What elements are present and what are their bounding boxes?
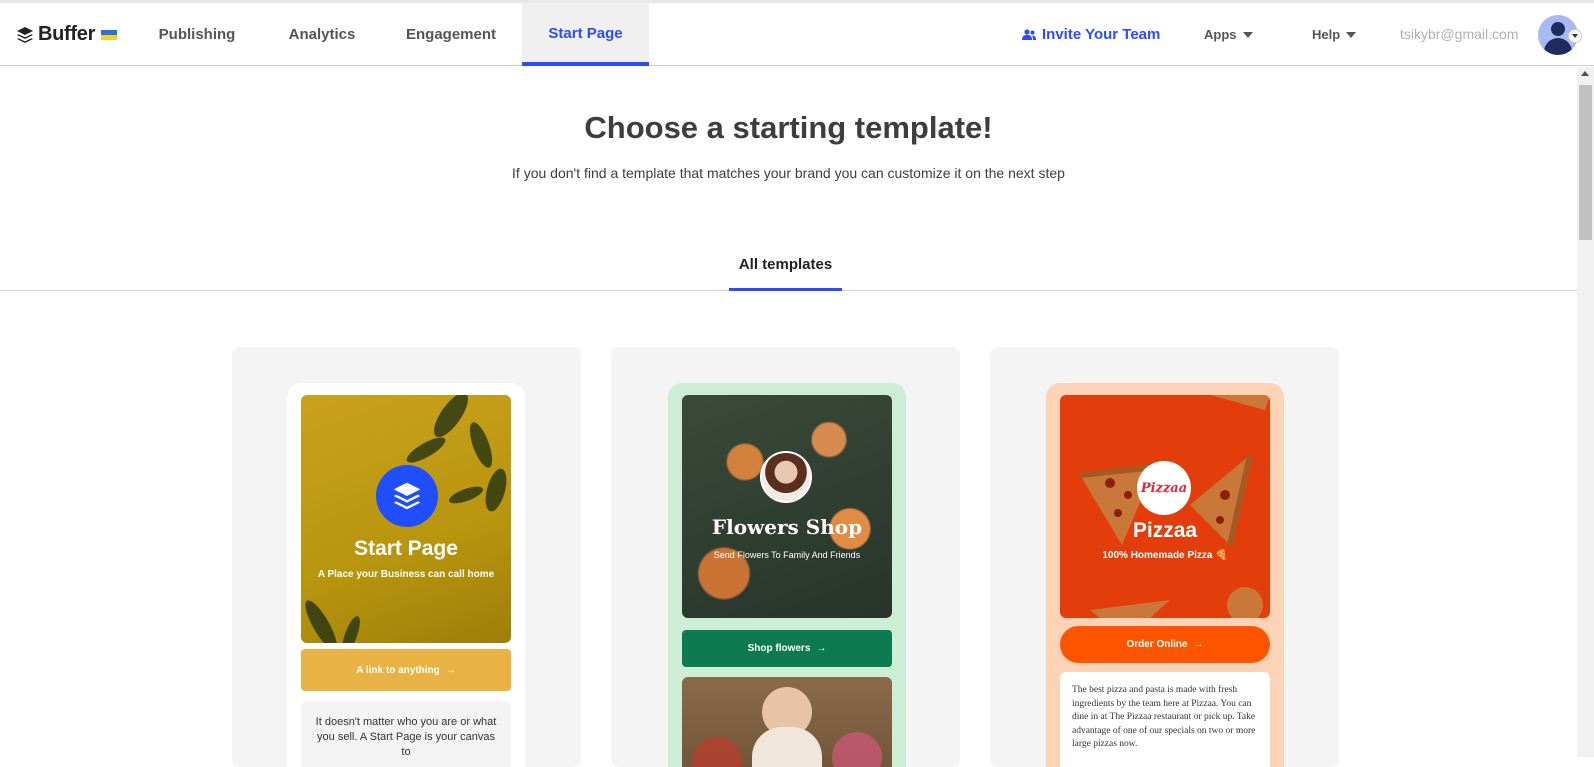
hero-image: Pizzaa Pizzaa 100% Homemade Pizza 🍕 <box>1060 395 1270 618</box>
apps-dropdown[interactable]: Apps <box>1204 3 1253 66</box>
arrow-right-icon: → <box>1193 639 1204 650</box>
template-cta: Shop flowers → <box>682 630 892 667</box>
page-subtitle: If you don't find a template that matche… <box>512 165 1065 181</box>
layers-icon <box>376 465 438 527</box>
template-cta: Order Online → <box>1060 626 1270 663</box>
account-menu[interactable] <box>1538 15 1582 55</box>
template-card-flowers-shop[interactable]: Flowers Shop Send Flowers To Family And … <box>611 347 960 767</box>
chevron-down-icon <box>1346 31 1357 38</box>
template-subtitle: Send Flowers To Family And Friends <box>713 550 861 560</box>
buffer-logo-icon <box>17 26 33 43</box>
template-preview: Pizzaa Pizzaa 100% Homemade Pizza 🍕 Orde… <box>1046 383 1284 767</box>
template-subtitle: 100% Homemade Pizza 🍕 <box>1102 550 1228 561</box>
tab-analytics[interactable]: Analytics <box>277 3 367 66</box>
scroll-up-icon[interactable] <box>1581 71 1589 76</box>
invite-team-button[interactable]: Invite Your Team <box>1022 3 1160 66</box>
template-cta-label: Shop flowers <box>747 643 811 654</box>
template-title: Pizzaa <box>1132 519 1198 542</box>
buffer-logo[interactable]: Buffer <box>16 23 118 46</box>
tab-start-page[interactable]: Start Page <box>522 3 649 66</box>
apps-label: Apps <box>1204 27 1237 42</box>
help-dropdown[interactable]: Help <box>1312 3 1357 66</box>
template-cta: A link to anything → <box>301 649 511 691</box>
app-name: Buffer <box>38 23 96 45</box>
profile-avatar <box>760 451 812 503</box>
scrollbar-thumb[interactable] <box>1579 85 1592 240</box>
tab-engagement[interactable]: Engagement <box>396 3 506 66</box>
arrow-right-icon: → <box>445 664 456 676</box>
chevron-down-icon <box>1242 31 1253 38</box>
hero-image: Flowers Shop Send Flowers To Family And … <box>682 395 892 618</box>
arrow-right-icon: → <box>816 643 827 654</box>
template-title: Start Page <box>354 537 458 560</box>
ukraine-flag-icon <box>101 29 118 40</box>
account-email: tsikybr@gmail.com <box>1400 26 1519 42</box>
shop-photo <box>682 677 892 767</box>
template-card-start-page[interactable]: Start Page A Place your Business can cal… <box>232 347 581 767</box>
tab-all-templates[interactable]: All templates <box>729 256 842 291</box>
page-scrollbar[interactable] <box>1577 67 1594 757</box>
template-title: Flowers Shop <box>711 515 863 539</box>
help-label: Help <box>1312 27 1341 42</box>
top-navigation: Buffer Publishing Analytics Engagement S… <box>0 3 1594 66</box>
chevron-down-icon <box>1568 29 1582 43</box>
tab-publishing[interactable]: Publishing <box>150 3 244 66</box>
template-body: The best pizza and pasta is made with fr… <box>1060 672 1270 767</box>
invite-team-label: Invite Your Team <box>1042 26 1161 43</box>
users-icon <box>1022 28 1036 40</box>
template-subtitle: A Place your Business can call home <box>317 569 495 580</box>
page-title: Choose a starting template! <box>584 110 993 145</box>
hero-image: Start Page A Place your Business can cal… <box>301 395 511 643</box>
template-cta-label: Order Online <box>1126 639 1188 650</box>
template-preview: Flowers Shop Send Flowers To Family And … <box>668 383 906 767</box>
template-preview: Start Page A Place your Business can cal… <box>287 383 525 767</box>
pizzaa-logo: Pizzaa <box>1137 461 1191 515</box>
template-card-pizzaa[interactable]: Pizzaa Pizzaa 100% Homemade Pizza 🍕 Orde… <box>990 347 1339 767</box>
template-body: It doesn't matter who you are or what yo… <box>301 701 511 767</box>
template-cta-label: A link to anything <box>356 664 440 676</box>
